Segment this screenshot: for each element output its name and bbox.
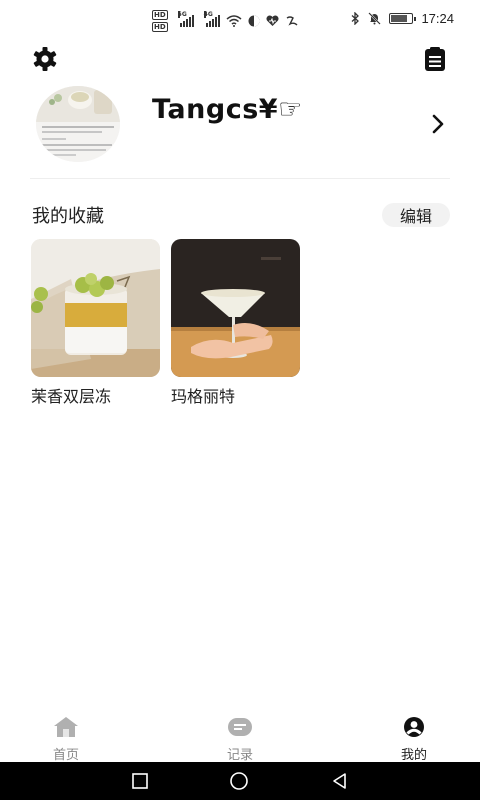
clipboard-icon[interactable] bbox=[420, 44, 450, 74]
hd-icon: HD HD bbox=[152, 10, 168, 32]
recents-button[interactable] bbox=[130, 771, 150, 791]
status-bar: HD HD 5G 4G 17:24 bbox=[0, 0, 480, 40]
user-icon bbox=[400, 716, 428, 742]
tab-home[interactable]: 首页 bbox=[26, 716, 106, 763]
signal-icon: 4G bbox=[203, 11, 220, 27]
mute-icon bbox=[368, 12, 382, 25]
profile-header[interactable]: Tangcs¥☞ bbox=[36, 84, 456, 164]
avatar[interactable] bbox=[36, 86, 120, 162]
chat-icon bbox=[285, 15, 299, 27]
favorite-name: 玛格丽特 bbox=[171, 387, 236, 406]
username: Tangcs¥☞ bbox=[152, 94, 303, 125]
home-icon bbox=[52, 716, 80, 742]
gear-icon[interactable] bbox=[30, 44, 60, 74]
favorite-image[interactable] bbox=[171, 239, 300, 377]
health-icon bbox=[266, 15, 279, 27]
edit-button[interactable]: 编辑 bbox=[382, 203, 450, 227]
system-nav-bar bbox=[0, 762, 480, 800]
record-icon bbox=[226, 716, 254, 742]
battery-icon bbox=[389, 13, 417, 24]
vpn-icon bbox=[248, 15, 260, 27]
tab-label: 我的 bbox=[400, 748, 427, 763]
tab-bar: 首页 记录 我的 bbox=[0, 710, 480, 763]
bluetooth-icon bbox=[351, 12, 360, 25]
signal-icon: 5G bbox=[177, 11, 194, 27]
favorite-card[interactable]: 茉香双层冻 bbox=[31, 239, 160, 407]
home-button[interactable] bbox=[229, 771, 249, 791]
tab-label: 记录 bbox=[226, 748, 253, 763]
favorite-image[interactable] bbox=[31, 239, 160, 377]
favorite-name: 茉香双层冻 bbox=[31, 387, 112, 406]
favorites-list: 茉香双层冻 玛格丽特 bbox=[31, 239, 300, 407]
status-left-icons: HD HD 5G 4G bbox=[152, 10, 299, 32]
tab-label: 首页 bbox=[52, 748, 79, 763]
favorites-title: 我的收藏 bbox=[32, 206, 104, 227]
tab-mine[interactable]: 我的 bbox=[374, 716, 454, 763]
status-right-icons: 17:24 bbox=[351, 11, 454, 26]
divider bbox=[30, 178, 450, 179]
favorite-card[interactable]: 玛格丽特 bbox=[171, 239, 300, 407]
back-button[interactable] bbox=[330, 771, 350, 791]
chevron-right-icon[interactable] bbox=[426, 112, 450, 136]
status-time: 17:24 bbox=[421, 11, 454, 26]
tab-record[interactable]: 记录 bbox=[200, 716, 280, 763]
wifi-icon bbox=[226, 15, 242, 27]
